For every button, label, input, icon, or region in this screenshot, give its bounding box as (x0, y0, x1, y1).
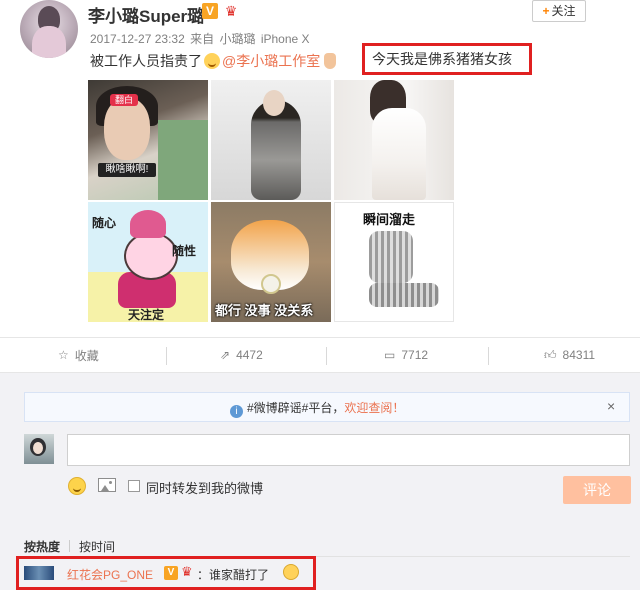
shocked-emoji-icon (204, 53, 220, 69)
comment-icon: ▭ (384, 348, 396, 362)
crown-icon: ♛ (181, 564, 193, 579)
blurred-figure-legs (369, 283, 439, 307)
repost-icon: ⇗ (220, 348, 231, 362)
thumbs-up-icon: 👍︎ (544, 347, 557, 362)
image-shirt (158, 120, 208, 200)
image-text-3: 天注定 (128, 308, 165, 322)
pointing-hand-icon (324, 53, 337, 69)
post-meta: 2017-12-27 23:32 来自 小璐璐 iPhone X (90, 30, 312, 47)
notice-text: i #微博辟谣#平台，欢迎查阅！ (230, 399, 404, 418)
user-avatar[interactable] (20, 0, 78, 58)
comment-count: 7712 (401, 348, 429, 362)
comment-button[interactable]: ▭ 7712 (384, 338, 428, 372)
image-caption: 瞅啥瞅啊! (98, 163, 156, 177)
source-prefix: 来自 (190, 32, 215, 46)
plus-icon: + (542, 4, 550, 18)
like-count: 84311 (562, 348, 596, 362)
repost-checkbox[interactable] (128, 480, 140, 492)
post-image-6[interactable]: 瞬间溜走 (334, 202, 454, 322)
like-button[interactable]: 👍︎ 84311 (544, 338, 595, 372)
sort-by-hot-tab[interactable]: 按热度 (24, 540, 60, 554)
image-tag-label: 翻白 (110, 94, 138, 106)
verified-badge-icon: V (202, 3, 218, 19)
commenter-name[interactable]: 红花会PG_ONE (67, 566, 153, 583)
sort-divider (69, 540, 71, 552)
image-head (263, 90, 285, 116)
action-divider (488, 347, 489, 365)
image-title: 瞬间溜走 (363, 212, 416, 227)
submit-comment-button[interactable]: 评论 (563, 476, 631, 504)
repost-checkbox-label[interactable]: 同时转发到我的微博 (146, 478, 263, 497)
favorite-label: 收藏 (74, 348, 99, 363)
post-text: 被工作人员指责了 @李小璐工作室 (90, 50, 337, 72)
emoji-picker-icon[interactable] (68, 477, 86, 495)
post-image-4[interactable]: 随心 随性 天注定 (88, 202, 208, 322)
action-divider (326, 347, 327, 365)
star-icon: ☆ (58, 348, 69, 362)
info-icon: i (230, 405, 243, 418)
verified-badge-icon: V (164, 566, 178, 580)
image-upload-icon[interactable] (98, 478, 116, 492)
image-dress (372, 108, 426, 200)
action-divider (166, 347, 167, 365)
notice-label[interactable]: #微博辟谣#平台， (247, 401, 344, 415)
notice-link[interactable]: 欢迎查阅！ (344, 401, 404, 415)
image-text-2: 随性 (172, 244, 197, 258)
flower-figure (261, 274, 281, 294)
repost-count: 4472 (236, 348, 263, 362)
avatar-body (32, 26, 66, 58)
image-hat (130, 210, 166, 238)
commenter-avatar[interactable] (24, 566, 54, 580)
post-action-bar: ☆ 收藏 ⇗ 4472 ▭ 7712 👍︎ 84311 (0, 337, 640, 373)
peppa-figure (124, 232, 178, 280)
sort-by-time-tab[interactable]: 按时间 (79, 540, 115, 554)
post-image-5[interactable]: 都行 没事 没关系 (211, 202, 331, 322)
image-face (104, 98, 150, 160)
post-image-1[interactable]: 翻白 瞅啥瞅啊! (88, 80, 208, 200)
emoji-icon (283, 564, 299, 580)
close-icon[interactable]: × (607, 398, 615, 414)
post-text-body: 被工作人员指责了 (90, 53, 202, 69)
comment-input[interactable] (67, 434, 630, 466)
comment-sort-tabs: 按热度 按时间 (24, 538, 115, 555)
mention-link[interactable]: @李小璐工作室 (222, 53, 320, 69)
post-image-3[interactable] (334, 80, 454, 200)
repost-button[interactable]: ⇗ 4472 (220, 338, 263, 372)
favorite-button[interactable]: ☆ 收藏 (58, 338, 99, 372)
device-name[interactable]: iPhone X (261, 32, 310, 46)
image-text-1: 随心 (92, 216, 117, 230)
follow-button[interactable]: + 关注 (532, 0, 586, 22)
image-caption: 都行 没事 没关系 (215, 303, 314, 318)
blurred-figure-top (369, 231, 413, 283)
comment-text: ：谁家醋打了 (197, 568, 270, 582)
current-user-avatar[interactable] (24, 434, 54, 464)
post-image-2[interactable] (211, 80, 331, 200)
avatar-face (33, 442, 43, 454)
highlighted-text: 今天我是佛系猪猪女孩 (372, 51, 512, 67)
post-username[interactable]: 李小璐Super璐 (88, 2, 204, 27)
post-timestamp[interactable]: 2017-12-27 23:32 (90, 32, 185, 46)
crown-icon: ♛ (224, 3, 238, 19)
source-name[interactable]: 小璐璐 (219, 32, 255, 46)
follow-label: 关注 (551, 4, 576, 18)
